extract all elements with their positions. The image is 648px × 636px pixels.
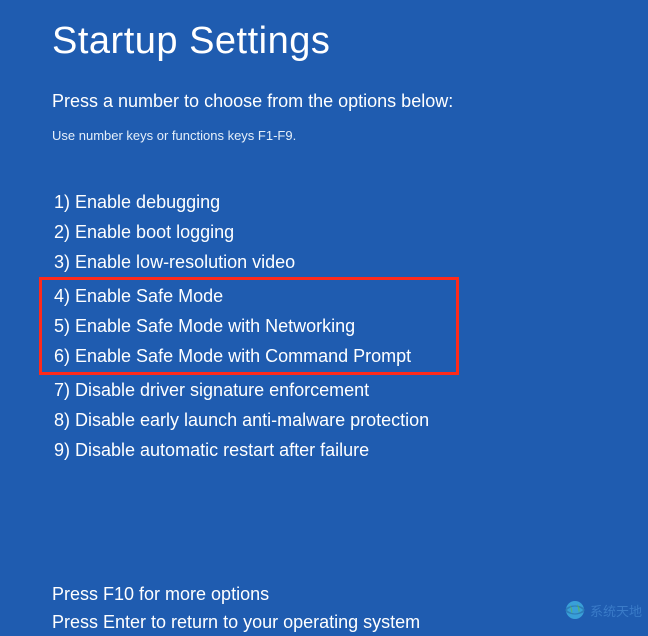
option-disable-anti-malware[interactable]: 8) Disable early launch anti-malware pro… (52, 405, 596, 435)
highlight-box: 4) Enable Safe Mode 5) Enable Safe Mode … (39, 277, 459, 375)
globe-icon (564, 599, 586, 621)
option-enable-safe-mode-command-prompt[interactable]: 6) Enable Safe Mode with Command Prompt (52, 341, 456, 371)
option-enable-safe-mode-networking[interactable]: 5) Enable Safe Mode with Networking (52, 311, 456, 341)
option-enable-boot-logging[interactable]: 2) Enable boot logging (52, 217, 596, 247)
option-disable-automatic-restart[interactable]: 9) Disable automatic restart after failu… (52, 435, 596, 465)
more-options-text: Press F10 for more options (52, 580, 596, 608)
startup-settings-screen: Startup Settings Press a number to choos… (0, 0, 648, 636)
hint-text: Use number keys or functions keys F1-F9. (52, 128, 596, 143)
option-enable-safe-mode[interactable]: 4) Enable Safe Mode (52, 281, 456, 311)
footer-instructions: Press F10 for more options Press Enter t… (52, 580, 596, 636)
return-text: Press Enter to return to your operating … (52, 608, 596, 636)
page-title: Startup Settings (52, 20, 596, 63)
option-enable-debugging[interactable]: 1) Enable debugging (52, 187, 596, 217)
option-enable-low-resolution-video[interactable]: 3) Enable low-resolution video (52, 247, 596, 277)
watermark-text: 系统天地 (590, 601, 642, 620)
boot-options-list: 1) Enable debugging 2) Enable boot loggi… (52, 187, 596, 465)
option-disable-driver-signature[interactable]: 7) Disable driver signature enforcement (52, 375, 596, 405)
watermark: 系统天地 (564, 599, 642, 621)
instruction-text: Press a number to choose from the option… (52, 91, 596, 112)
